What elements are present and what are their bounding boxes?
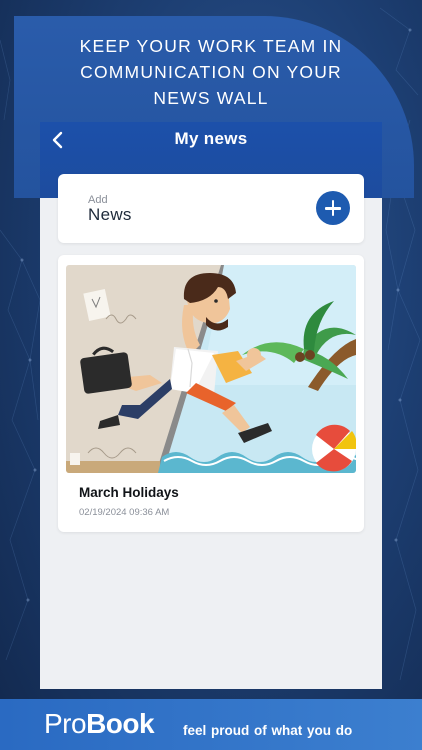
brand-bold-text: Book [86,708,155,739]
news-date: 02/19/2024 09:36 AM [79,507,170,518]
probook-logo: ProBook [44,708,155,740]
promo-headline-line: COMMUNICATION ON YOUR [80,62,342,82]
promo-headline-line: NEWS WALL [153,88,269,108]
news-title: March Holidays [79,485,179,500]
footer-tagline: feel proud of what you do [183,723,353,738]
add-news-button[interactable] [316,191,350,225]
office-to-beach-illustration[interactable] [66,265,356,473]
brand-light-text: Pro [44,708,87,739]
news-label: News [88,205,132,224]
promo-headline-line: KEEP YOUR WORK TEAM IN [79,36,343,56]
news-card[interactable]: March Holidays 02/19/2024 09:36 AM [58,255,364,532]
footer-banner: ProBook feel proud of what you do [0,699,422,750]
add-news-card[interactable]: Add News [58,174,364,243]
app-screen: My news Add News March Holidays 02/19/20… [40,122,382,689]
page-title: My news [174,129,248,148]
promo-headline: KEEP YOUR WORK TEAM IN COMMUNICATION ON … [30,33,392,111]
